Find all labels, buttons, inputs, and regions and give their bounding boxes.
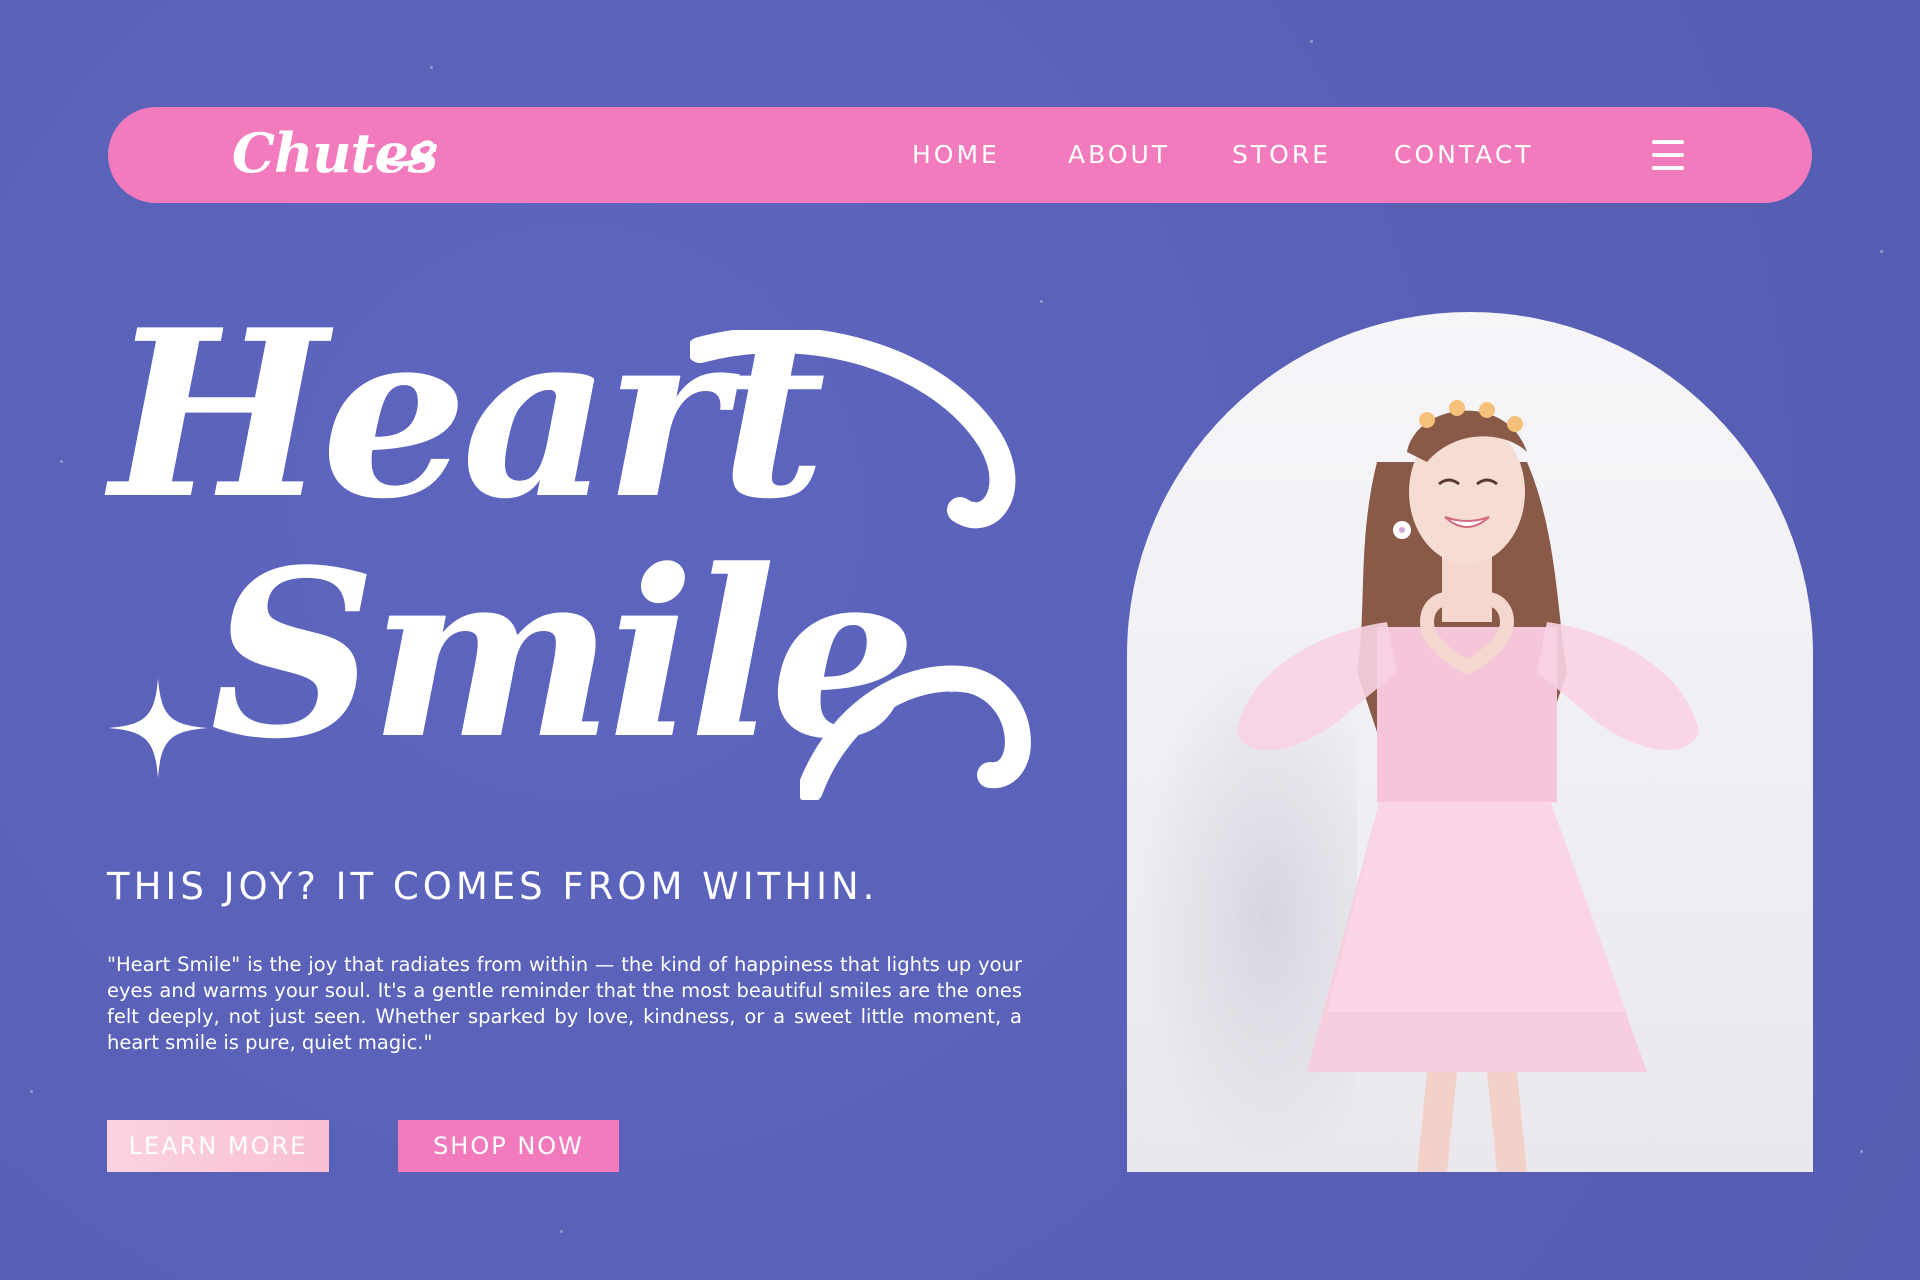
hamburger-menu-icon[interactable]	[1652, 140, 1684, 170]
background-speck	[60, 460, 63, 463]
heart-swash-decoration	[690, 330, 1016, 529]
background-speck	[1310, 40, 1313, 43]
nav-link-store[interactable]: STORE	[1232, 107, 1331, 203]
nav-link-home[interactable]: HOME	[912, 107, 1000, 203]
background-speck	[430, 66, 433, 69]
menu-bar	[1652, 153, 1684, 157]
sparkle-icon	[108, 678, 208, 778]
nav-link-about[interactable]: ABOUT	[1068, 107, 1170, 203]
hero-tagline: THIS JOY? IT COMES FROM WITHIN.	[107, 865, 879, 908]
top-navbar: Chutes HOME ABOUT STORE CONTACT	[108, 107, 1812, 203]
nav-link-contact[interactable]: CONTACT	[1394, 107, 1534, 203]
background-speck	[1040, 300, 1043, 303]
menu-bar	[1652, 140, 1684, 144]
background-speck	[560, 1230, 563, 1233]
logo-swash-decoration	[378, 140, 435, 167]
learn-more-button[interactable]: LEARN MORE	[107, 1120, 329, 1172]
background-speck	[30, 1090, 33, 1093]
smile-swash-decoration	[800, 665, 1031, 800]
menu-bar	[1652, 166, 1684, 170]
background-speck	[1860, 1150, 1863, 1153]
shop-now-button[interactable]: SHOP NOW	[398, 1120, 619, 1172]
hero-photo-arch	[1127, 312, 1813, 1172]
hero-description: "Heart Smile" is the joy that radiates f…	[107, 953, 1022, 1054]
background-speck	[1880, 250, 1883, 253]
landing-page: Chutes HOME ABOUT STORE CONTACT Heart Sm…	[0, 0, 1920, 1280]
hero-title: Heart Smile	[100, 290, 1031, 810]
hero-photo-woman	[1237, 400, 1699, 1172]
